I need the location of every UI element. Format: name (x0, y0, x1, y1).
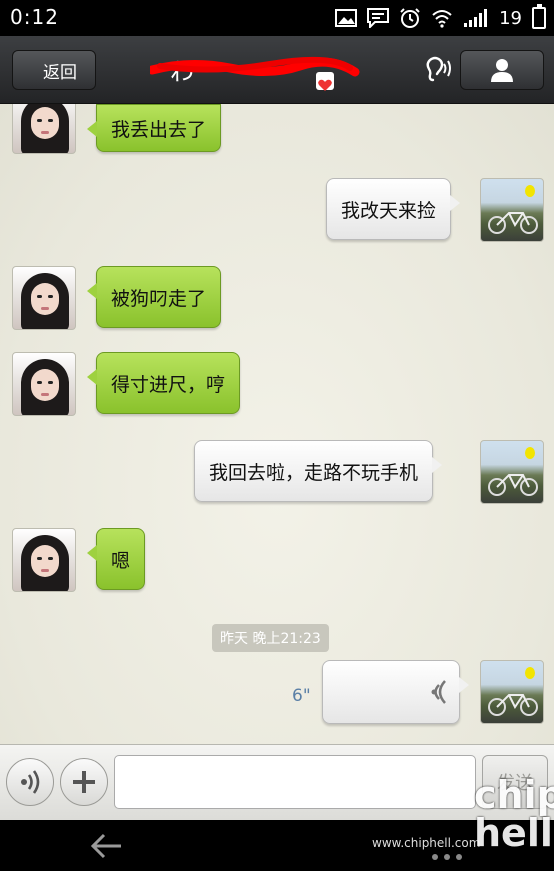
message-bubble[interactable]: 我丢出去了 (86, 104, 222, 152)
message-bubble[interactable]: 我回去啦，走路不玩手机 (194, 440, 443, 502)
wifi-icon (432, 10, 452, 28)
my-avatar[interactable] (480, 178, 544, 242)
contact-avatar[interactable] (12, 266, 76, 330)
profile-icon (491, 59, 513, 82)
plus-icon (73, 771, 95, 793)
signal-icon (464, 9, 488, 27)
watermark-url: www.chiphell.com (372, 836, 481, 850)
message-bubble[interactable]: 被狗叼走了 (86, 266, 222, 328)
message-text: 嗯 (111, 549, 131, 572)
chat-area[interactable]: 我丢出去了 我改天来捡 被狗叼走了 得寸进尺，哼 我回去啦，走路不玩手机 嗯 昨… (0, 104, 554, 744)
alarm-icon (400, 8, 420, 28)
contact-avatar[interactable] (12, 352, 76, 416)
voice-input-button[interactable] (6, 758, 54, 806)
timestamp: 昨天 晚上21:23 (212, 624, 329, 652)
more-button[interactable] (60, 758, 108, 806)
my-avatar[interactable] (480, 440, 544, 504)
battery-icon (532, 4, 546, 29)
message-text: 我丢出去了 (111, 118, 207, 141)
message-text: 得寸进尺，哼 (111, 373, 226, 396)
status-bar: 0:12 19 (0, 0, 554, 36)
gallery-icon (335, 9, 358, 27)
message-bubble[interactable]: 得寸进尺，哼 (86, 352, 241, 414)
contact-avatar[interactable] (12, 104, 76, 154)
heart-emoji-icon (316, 72, 334, 91)
contact-avatar[interactable] (12, 528, 76, 592)
ear-icon[interactable] (424, 56, 454, 84)
message-text: 被狗叼走了 (111, 287, 207, 310)
title-bar: 返回 わ一 (0, 36, 554, 104)
back-button-label: 返回 (43, 62, 77, 83)
menu-dots-icon[interactable] (432, 854, 466, 862)
voice-wave-icon (431, 680, 446, 704)
message-text: 我回去啦，走路不玩手机 (209, 461, 419, 484)
chat-title: わ一 (150, 50, 380, 91)
message-bubble[interactable]: 我改天来捡 (326, 178, 461, 240)
message-icon (367, 8, 390, 28)
navigation-bar: www.chiphell.com chip hell (0, 776, 554, 871)
status-icons: 19 (335, 4, 546, 31)
message-bubble[interactable]: 嗯 (86, 528, 146, 590)
voice-icon (21, 770, 40, 794)
back-button[interactable]: 返回 (12, 50, 96, 90)
input-bar: 发送 (0, 744, 554, 820)
status-time: 0:12 (10, 5, 59, 29)
message-input[interactable] (114, 755, 476, 809)
voice-message-bubble[interactable] (322, 660, 469, 724)
battery-level: 19 (499, 7, 522, 29)
my-avatar[interactable] (480, 660, 544, 724)
profile-button[interactable] (460, 50, 544, 90)
back-arrow-icon[interactable] (88, 832, 124, 860)
message-text: 我改天来捡 (341, 199, 437, 222)
watermark-logo: chip hell (474, 773, 554, 855)
voice-duration: 6" (292, 686, 311, 706)
